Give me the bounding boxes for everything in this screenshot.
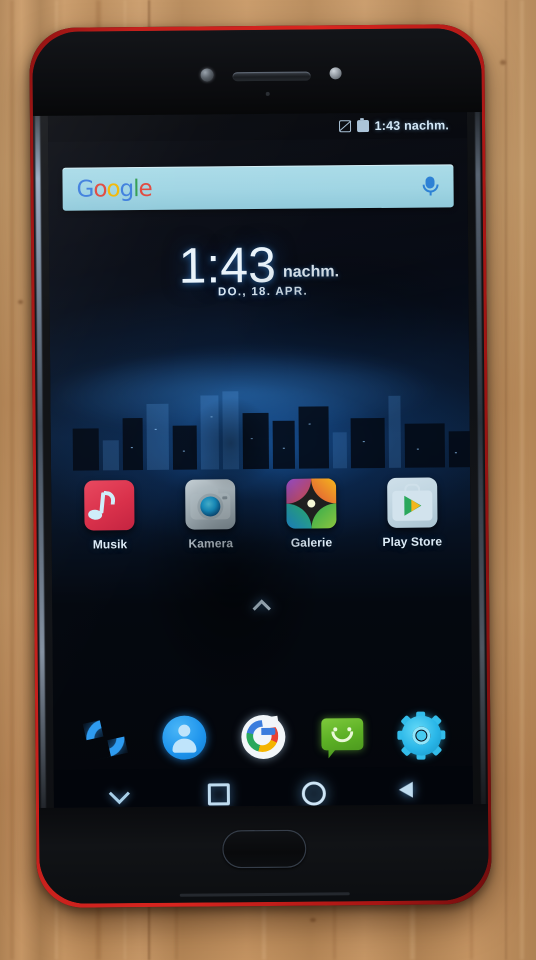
app-galerie[interactable]: Galerie — [269, 478, 354, 550]
app-kamera[interactable]: Kamera — [168, 479, 253, 551]
bottom-speaker-slit — [179, 892, 350, 897]
top-bezel — [32, 28, 482, 116]
app-grid: Musik Kamera Galerie Play Store — [51, 477, 471, 552]
nav-back-button[interactable] — [392, 775, 422, 805]
bottom-bezel — [38, 804, 489, 904]
dock-item-contacts[interactable] — [161, 714, 207, 760]
smartphone-device[interactable]: 1:43 nachm. Google 1:43 nachm. DO., 18. … — [29, 24, 492, 908]
city-skyline — [50, 337, 474, 471]
photo-scene: 1:43 nachm. Google 1:43 nachm. DO., 18. … — [0, 0, 536, 960]
clock-widget[interactable]: 1:43 nachm. DO., 18. APR. — [49, 236, 468, 299]
microphone-icon[interactable] — [420, 176, 439, 196]
app-play-store[interactable]: Play Store — [370, 477, 455, 549]
google-search-widget[interactable]: Google — [62, 164, 454, 211]
dock — [53, 711, 472, 762]
front-camera-icon — [200, 68, 214, 82]
earpiece-speaker-icon — [232, 71, 311, 82]
camera-icon — [185, 479, 236, 530]
ambient-light-sensor-icon — [265, 91, 270, 96]
phone-handset-icon — [82, 716, 127, 761]
app-label: Musik — [92, 537, 128, 552]
phone-screen[interactable]: 1:43 nachm. Google 1:43 nachm. DO., 18. … — [47, 112, 474, 816]
chevron-up-icon — [252, 599, 271, 618]
dock-item-phone[interactable] — [82, 715, 128, 761]
no-sim-icon — [338, 120, 351, 133]
music-note-icon — [84, 480, 135, 531]
nav-home-button[interactable] — [296, 775, 326, 805]
status-bar[interactable]: 1:43 nachm. — [47, 112, 468, 142]
app-musik[interactable]: Musik — [67, 480, 152, 552]
battery-icon — [356, 120, 369, 133]
app-drawer-button[interactable] — [52, 599, 471, 622]
nav-recents-button[interactable] — [200, 776, 230, 806]
clock-time: 1:43 — [178, 236, 277, 294]
app-label: Kamera — [188, 536, 234, 551]
home-button[interactable] — [221, 829, 307, 869]
dock-item-settings[interactable] — [396, 711, 445, 760]
nav-hide-button[interactable] — [105, 777, 135, 807]
app-label: Play Store — [382, 534, 443, 549]
phone-body: 1:43 nachm. Google 1:43 nachm. DO., 18. … — [32, 28, 489, 904]
play-store-icon — [386, 477, 438, 528]
google-logo: Google — [76, 175, 152, 203]
proximity-sensor-icon — [329, 67, 342, 80]
status-bar-time: 1:43 nachm. — [374, 118, 450, 133]
app-label: Galerie — [290, 535, 333, 550]
gallery-pinwheel-icon — [285, 478, 337, 529]
search-input[interactable]: Google — [62, 164, 454, 211]
dock-item-google[interactable] — [240, 714, 286, 760]
dock-item-messages[interactable] — [319, 713, 365, 759]
